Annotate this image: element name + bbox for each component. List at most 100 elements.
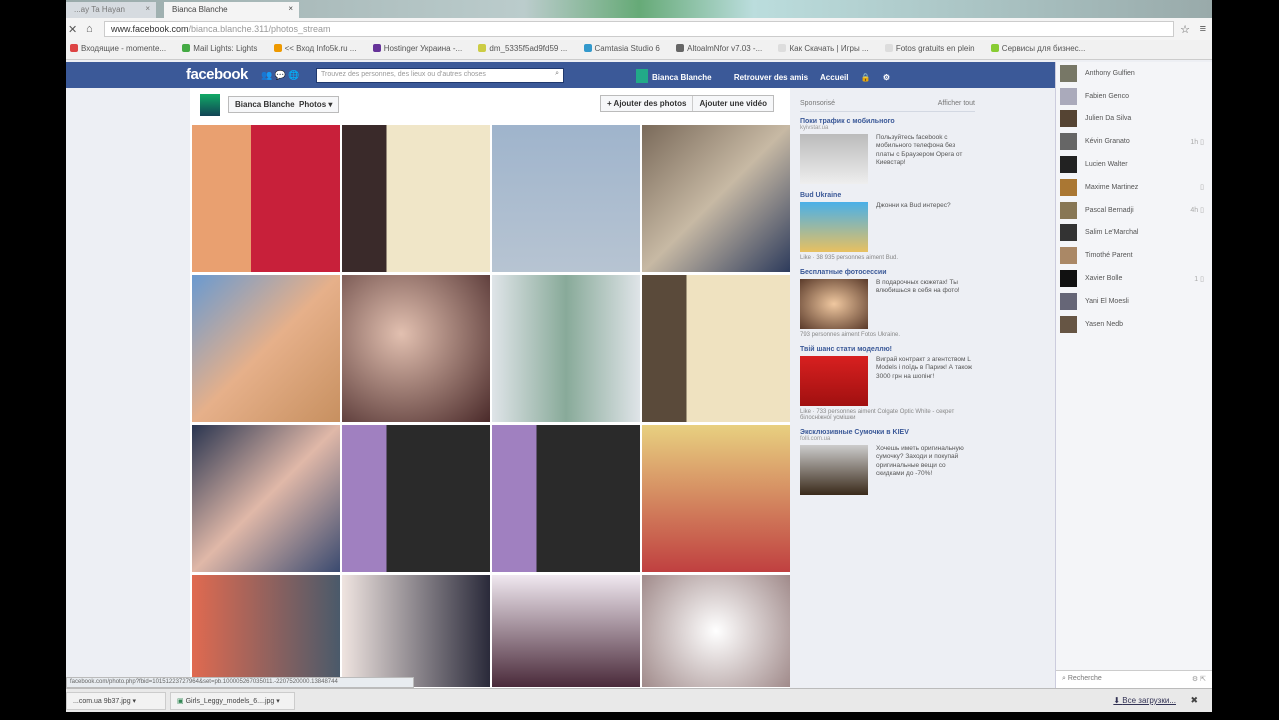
- search-icon[interactable]: ⌕: [555, 70, 559, 78]
- show-all-downloads-link[interactable]: ⬇ Все загрузки...: [1113, 696, 1176, 705]
- stop-icon[interactable]: ✕: [68, 23, 77, 36]
- photo-thumbnail[interactable]: [492, 275, 640, 422]
- bookmark[interactable]: Входящие - momente...: [70, 44, 166, 53]
- chat-friend[interactable]: Fabien Genco: [1056, 85, 1212, 108]
- ad-title[interactable]: Эксклюзивные Сумочки в KIEV: [800, 429, 975, 436]
- chat-friend[interactable]: Yani El Moesli: [1056, 290, 1212, 313]
- menu-icon[interactable]: ≡: [1200, 23, 1206, 35]
- bookmark[interactable]: Как Скачать | Игры ...: [778, 44, 869, 53]
- chat-friend[interactable]: Julien Da Silva: [1056, 108, 1212, 131]
- ad-item[interactable]: Bud Ukraine Джонни ка Bud интерес? Like · …: [800, 192, 975, 261]
- photo-thumbnail[interactable]: [342, 125, 490, 272]
- ad-item[interactable]: Эксклюзивные Сумочки в KIEV folli.com.ua Х…: [800, 429, 975, 495]
- photo-thumbnail[interactable]: [492, 125, 640, 272]
- close-icon[interactable]: ×: [288, 4, 293, 13]
- tab-inactive[interactable]: ...ay Ta Hayan ×: [66, 2, 156, 18]
- friend-name: Timothé Parent: [1085, 252, 1133, 260]
- avatar: [1060, 201, 1077, 219]
- chat-friend[interactable]: Lucien Walter: [1056, 153, 1212, 176]
- chat-friend[interactable]: Salim Le'Marchal: [1056, 222, 1212, 245]
- close-icon[interactable]: ×: [145, 4, 150, 13]
- show-all-ads-link[interactable]: Afficher tout: [938, 100, 975, 107]
- ad-item[interactable]: Твій шанс стати моделлю! Виграй контракт …: [800, 346, 975, 421]
- add-photos-button[interactable]: + Ajouter des photos: [601, 96, 693, 111]
- notification-icons[interactable]: 👥 💬 🌐: [261, 70, 300, 81]
- download-item[interactable]: ▣ Girls_Leggy_models_6....jpg ▾: [170, 692, 295, 710]
- photo-thumbnail[interactable]: [192, 425, 340, 572]
- chat-search-input[interactable]: ⌕ Recherche ⚙ ⇱: [1056, 670, 1212, 688]
- ad-image[interactable]: [800, 279, 868, 329]
- photo-thumbnail[interactable]: [642, 125, 790, 272]
- photo-thumbnail[interactable]: [492, 425, 640, 572]
- home-icon[interactable]: ⌂: [86, 23, 93, 35]
- ad-image[interactable]: [800, 202, 868, 252]
- ad-likes: Like · 733 personnes aiment Colgate Opti…: [800, 409, 955, 421]
- tab-strip: ...ay Ta Hayan × Bianca Blanche ×: [66, 0, 1212, 18]
- close-downloads-icon[interactable]: ✖: [1190, 695, 1198, 706]
- find-friends-link[interactable]: Retrouver des amis: [734, 73, 808, 82]
- breadcrumb[interactable]: Bianca Blanche Photos ▾: [228, 96, 340, 113]
- search-input[interactable]: Trouvez des personnes, des lieux ou d'au…: [316, 68, 564, 83]
- bookmark[interactable]: Fotos gratuits en plein: [884, 44, 975, 53]
- ad-image[interactable]: [800, 445, 868, 495]
- tab-active[interactable]: Bianca Blanche ×: [164, 2, 299, 18]
- bookmark[interactable]: << Вход Info5k.ru ...: [273, 44, 356, 53]
- chat-friend[interactable]: Pascal Bernadji 4h ▯: [1056, 199, 1212, 222]
- photo-thumbnail[interactable]: [342, 575, 490, 687]
- ad-source: folli.com.ua: [800, 436, 831, 442]
- photo-thumbnail[interactable]: [642, 575, 790, 687]
- chat-friend[interactable]: Timothé Parent: [1056, 244, 1212, 267]
- avatar: [1060, 292, 1077, 310]
- star-icon[interactable]: ☆: [1180, 23, 1190, 36]
- chat-friend[interactable]: Anthony Gulfien: [1056, 62, 1212, 85]
- facebook-logo[interactable]: facebook: [186, 66, 248, 83]
- friend-name: Yasen Nedb: [1085, 320, 1124, 328]
- photo-thumbnail[interactable]: [642, 425, 790, 572]
- bookmark[interactable]: Mail Lights: Lights: [182, 44, 257, 53]
- photo-thumbnail[interactable]: [642, 275, 790, 422]
- download-item[interactable]: ...com.ua 9b37.jpg ▾: [66, 692, 166, 710]
- ad-text: Джонни ка Bud интерес?: [876, 202, 951, 209]
- photos-header: Bianca Blanche Photos ▾ + Ajouter des ph…: [190, 88, 790, 122]
- profile-name: Bianca Blanche: [652, 73, 712, 82]
- photo-thumbnail[interactable]: [342, 275, 490, 422]
- ad-item[interactable]: Поки трафик с мобильного kyivstar.ua Польз…: [800, 118, 975, 184]
- chat-friend[interactable]: Xavier Bolle 1 ▯: [1056, 267, 1212, 290]
- url-domain: www.facebook.com: [111, 24, 189, 34]
- profile-link[interactable]: Bianca Blanche: [636, 69, 722, 83]
- ad-title[interactable]: Bud Ukraine: [800, 192, 975, 199]
- chat-friend[interactable]: Yasen Nedb: [1056, 313, 1212, 336]
- ad-image[interactable]: [800, 134, 868, 184]
- home-link[interactable]: Accueil: [820, 73, 848, 82]
- photo-thumbnail[interactable]: [342, 425, 490, 572]
- chat-friend[interactable]: Kévin Granato 1h ▯: [1056, 130, 1212, 153]
- settings-icon[interactable]: ⚙: [883, 73, 890, 82]
- bookmark[interactable]: AltoalmNfor v7.03 -...: [676, 44, 762, 53]
- bookmark[interactable]: Hostinger Украина -...: [372, 44, 462, 53]
- photo-thumbnail[interactable]: [192, 575, 340, 687]
- friend-name: Yani El Moesli: [1085, 297, 1129, 305]
- bookmark[interactable]: Camtasia Studio 6: [583, 44, 660, 53]
- privacy-icon[interactable]: 🔒: [861, 73, 871, 82]
- chat-settings-icon[interactable]: ⚙ ⇱: [1192, 675, 1206, 683]
- chat-friend[interactable]: Maxime Martinez ▯: [1056, 176, 1212, 199]
- add-video-button[interactable]: Ajouter une vidéo: [692, 96, 773, 111]
- ad-title[interactable]: Бесплатные фотосессии: [800, 269, 975, 276]
- ad-image[interactable]: [800, 356, 868, 406]
- photo-thumbnail[interactable]: [192, 125, 340, 272]
- profile-avatar[interactable]: [200, 94, 220, 116]
- friend-name: Fabien Genco: [1085, 92, 1129, 100]
- ad-text: Пользуйтесь facebook с мобильного телефо…: [876, 134, 963, 167]
- bookmark[interactable]: Сервисы для бизнес...: [990, 44, 1085, 53]
- download-filename: ...com.ua 9b37.jpg: [73, 698, 131, 705]
- tab-label: ...ay Ta Hayan: [74, 5, 125, 14]
- bookmark[interactable]: dm_5335f5ad9fd59 ...: [478, 44, 567, 53]
- ad-title[interactable]: Поки трафик с мобильного: [800, 118, 975, 125]
- photo-thumbnail[interactable]: [192, 275, 340, 422]
- avatar: [1060, 270, 1077, 288]
- bookmarks-bar: Входящие - momente... Mail Lights: Light…: [66, 40, 1212, 60]
- ad-item[interactable]: Бесплатные фотосессии В подарочных сюжета…: [800, 269, 975, 338]
- url-input[interactable]: www.facebook.com/bianca.blanche.311/phot…: [104, 21, 1174, 37]
- photo-thumbnail[interactable]: [492, 575, 640, 687]
- ad-title[interactable]: Твій шанс стати моделлю!: [800, 346, 975, 353]
